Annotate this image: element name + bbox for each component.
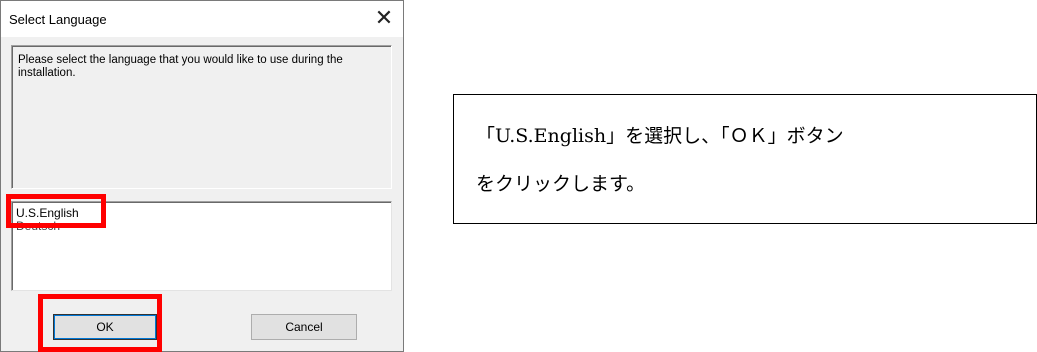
dialog-title: Select Language xyxy=(9,12,107,27)
ok-button[interactable]: OK xyxy=(53,314,157,340)
close-icon[interactable]: ✕ xyxy=(371,5,397,31)
instruction-message: Please select the language that you woul… xyxy=(18,54,343,79)
message-panel: Please select the language that you woul… xyxy=(11,45,392,189)
callout-line-2: をクリックします。 xyxy=(476,173,646,195)
cancel-button[interactable]: Cancel xyxy=(251,314,357,340)
select-language-dialog: Select Language ✕ Please select the lang… xyxy=(0,0,404,352)
callout-line-1: 「U.S.English」を選択し、「ＯＫ」ボタン xyxy=(476,125,844,147)
language-listbox[interactable]: U.S.English Deutsch xyxy=(11,201,392,291)
title-bar: Select Language ✕ xyxy=(1,1,403,37)
language-option-deutsch[interactable]: Deutsch xyxy=(16,220,60,233)
instruction-callout: 「U.S.English」を選択し、「ＯＫ」ボタン をクリックします。 xyxy=(453,94,1037,224)
